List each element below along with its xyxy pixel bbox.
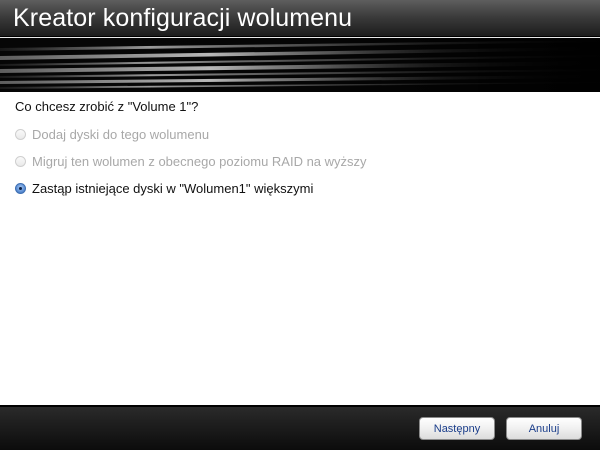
wizard-header: Kreator konfiguracji wolumenu <box>0 0 600 92</box>
option-label: Migruj ten wolumen z obecnego poziomu RA… <box>32 153 367 169</box>
radio-button-unselected <box>15 155 26 167</box>
option-migrate-raid: Migruj ten wolumen z obecnego poziomu RA… <box>15 152 367 170</box>
radio-button-selected[interactable] <box>15 182 26 194</box>
wizard-content: Co chcesz zrobić z "Volume 1"? Dodaj dys… <box>0 92 600 405</box>
cancel-button[interactable]: Anuluj <box>506 417 582 440</box>
option-label[interactable]: Zastąp istniejące dyski w "Wolumen1" wię… <box>32 181 313 196</box>
title-bar: Kreator konfiguracji wolumenu <box>0 0 600 36</box>
header-streaks-graphic <box>0 38 600 92</box>
question-label: Co chcesz zrobić z "Volume 1"? <box>15 99 199 114</box>
next-button[interactable]: Następny <box>419 417 495 440</box>
option-add-disks: Dodaj dyski do tego wolumenu <box>15 125 209 143</box>
footer-bar: Następny Anuluj <box>0 407 600 450</box>
option-replace-disks[interactable]: Zastąp istniejące dyski w "Wolumen1" wię… <box>15 179 313 197</box>
radio-button-unselected <box>15 128 26 140</box>
wizard-footer: Następny Anuluj <box>0 405 600 450</box>
option-label: Dodaj dyski do tego wolumenu <box>32 126 210 142</box>
volume-config-wizard: Kreator konfiguracji wolumenu Co chcesz … <box>0 0 600 450</box>
wizard-title: Kreator konfiguracji wolumenu <box>13 4 353 32</box>
header-decorative-banner <box>0 38 600 92</box>
